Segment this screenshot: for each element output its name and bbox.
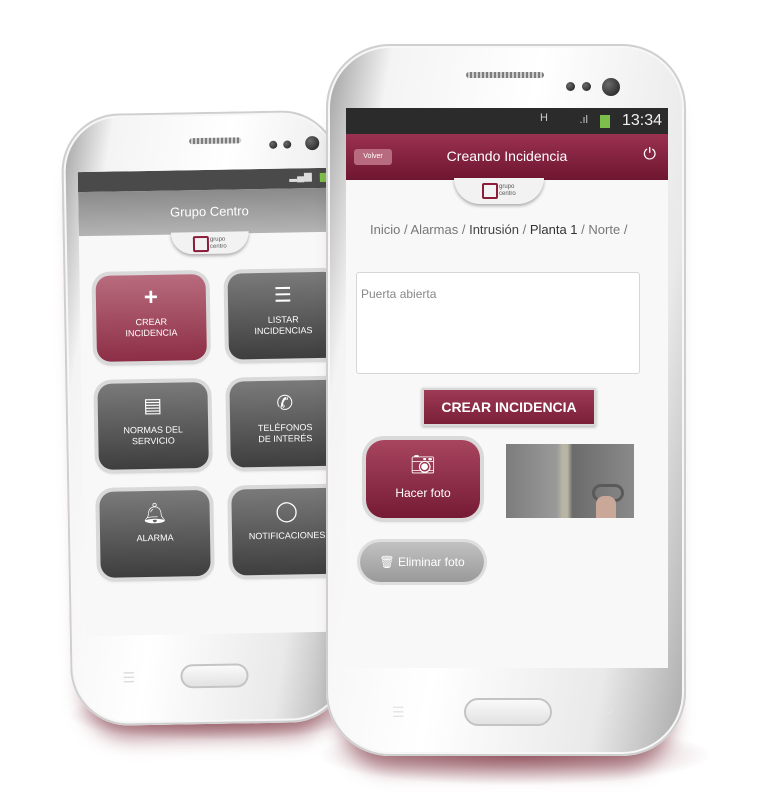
breadcrumb-item-inicio[interactable]: Inicio	[370, 222, 400, 237]
alarm-label: ALARMA	[136, 532, 174, 544]
front-phone: H .ıl 13:34 Volver Creando Incidencia ⏻ …	[326, 44, 686, 756]
power-icon[interactable]: ⏻	[643, 146, 656, 164]
document-icon: ▤	[143, 394, 163, 418]
breadcrumb-item-norte[interactable]: Norte	[588, 222, 620, 237]
take-photo-label: Hacer foto	[395, 486, 451, 500]
camera-icon: 📷︎	[410, 454, 436, 476]
trash-icon: 🗑︎	[379, 555, 395, 569]
create-incident-label-2: INCIDENCIA	[125, 327, 178, 339]
earpiece-speaker	[466, 72, 544, 78]
logo-text-2: centro	[209, 243, 227, 250]
alarm-button[interactable]: 🔔︎ ALARMA	[99, 489, 211, 578]
page-title: Creando Incidencia	[446, 148, 568, 164]
status-bar: H .ıl 13:34	[346, 108, 668, 134]
logo-mark-icon	[192, 235, 210, 253]
list-incidents-button[interactable]: ☰ LISTAR INCIDENCIAS	[227, 271, 339, 360]
back-softkey-icon[interactable]: ↩	[602, 704, 614, 721]
home-button[interactable]	[180, 663, 249, 689]
plus-icon: +	[143, 283, 159, 312]
bell-icon: 🔔︎	[141, 502, 168, 526]
breadcrumb-item-intrusion[interactable]: Intrusión	[469, 222, 519, 237]
description-textarea[interactable]: Puerta abierta	[356, 272, 640, 374]
app-title: Grupo Centro	[169, 203, 249, 220]
phones-of-interest-label-2: DE INTERÉS	[258, 433, 313, 445]
battery-icon	[600, 115, 610, 128]
logo-text-1: grupo	[499, 184, 515, 190]
breadcrumb-separator: /	[461, 222, 466, 237]
breadcrumb: Inicio / Alarmas / Intrusión / Planta 1 …	[370, 220, 632, 239]
back-phone: ▂▄▆ Grupo Centro grupo centro + CREAR IN…	[60, 109, 350, 727]
phone-icon: ✆	[276, 392, 294, 415]
front-phone-screen: H .ıl 13:34 Volver Creando Incidencia ⏻ …	[346, 108, 668, 668]
menu-softkey-icon[interactable]: ☰	[122, 669, 135, 686]
take-photo-button[interactable]: 📷︎ Hacer foto	[366, 440, 480, 518]
app-header: Volver Creando Incidencia ⏻	[346, 134, 668, 180]
hplus-icon: H	[540, 112, 548, 124]
breadcrumb-item-alarmas[interactable]: Alarmas	[411, 222, 459, 237]
delete-photo-label: Eliminar foto	[397, 555, 465, 569]
photo-thumbnail[interactable]	[506, 444, 634, 518]
earpiece-speaker	[189, 137, 242, 145]
service-rules-button[interactable]: ▤ NORMAS DEL SERVICIO	[97, 381, 209, 470]
service-rules-label-2: SERVICIO	[131, 435, 175, 447]
breadcrumb-separator: /	[623, 222, 628, 237]
signal-icon: ▂▄▆	[289, 171, 312, 183]
breadcrumb-item-planta[interactable]: Planta 1	[530, 222, 578, 237]
breadcrumb-separator: /	[581, 222, 585, 237]
front-camera-lens	[602, 78, 620, 96]
delete-photo-button[interactable]: 🗑︎ Eliminar foto	[360, 542, 484, 582]
logo-text-2: centro	[499, 191, 516, 197]
front-camera	[269, 140, 278, 149]
front-camera	[566, 82, 575, 91]
hand-shape	[596, 496, 616, 518]
create-incident-button[interactable]: + CREAR INCIDENCIA	[95, 273, 207, 362]
logo-mark-icon	[482, 183, 498, 199]
logo-tab: grupo centro	[170, 231, 250, 255]
list-incidents-label-2: INCIDENCIAS	[254, 325, 313, 337]
menu-softkey-icon[interactable]: ☰	[392, 704, 405, 721]
app-header: Grupo Centro	[78, 187, 341, 237]
phones-of-interest-button[interactable]: ✆ TELÉFONOS DE INTERÉS	[229, 379, 341, 468]
logo-tab: grupo centro	[454, 178, 544, 204]
back-phone-screen: ▂▄▆ Grupo Centro grupo centro + CREAR IN…	[77, 167, 348, 637]
create-incident-button[interactable]: CREAR INCIDENCIA	[422, 388, 596, 426]
list-icon: ☰	[273, 284, 293, 307]
breadcrumb-separator: /	[522, 222, 527, 237]
front-sensor	[283, 140, 292, 149]
signal-icon: .ıl	[579, 114, 588, 126]
logo-text-1: grupo	[209, 236, 226, 243]
breadcrumb-separator: /	[403, 222, 408, 237]
description-value: Puerta abierta	[361, 287, 437, 301]
front-camera-lens	[305, 135, 320, 151]
status-time: 13:34	[621, 112, 662, 129]
home-button[interactable]	[464, 698, 552, 726]
front-sensor	[582, 82, 591, 91]
